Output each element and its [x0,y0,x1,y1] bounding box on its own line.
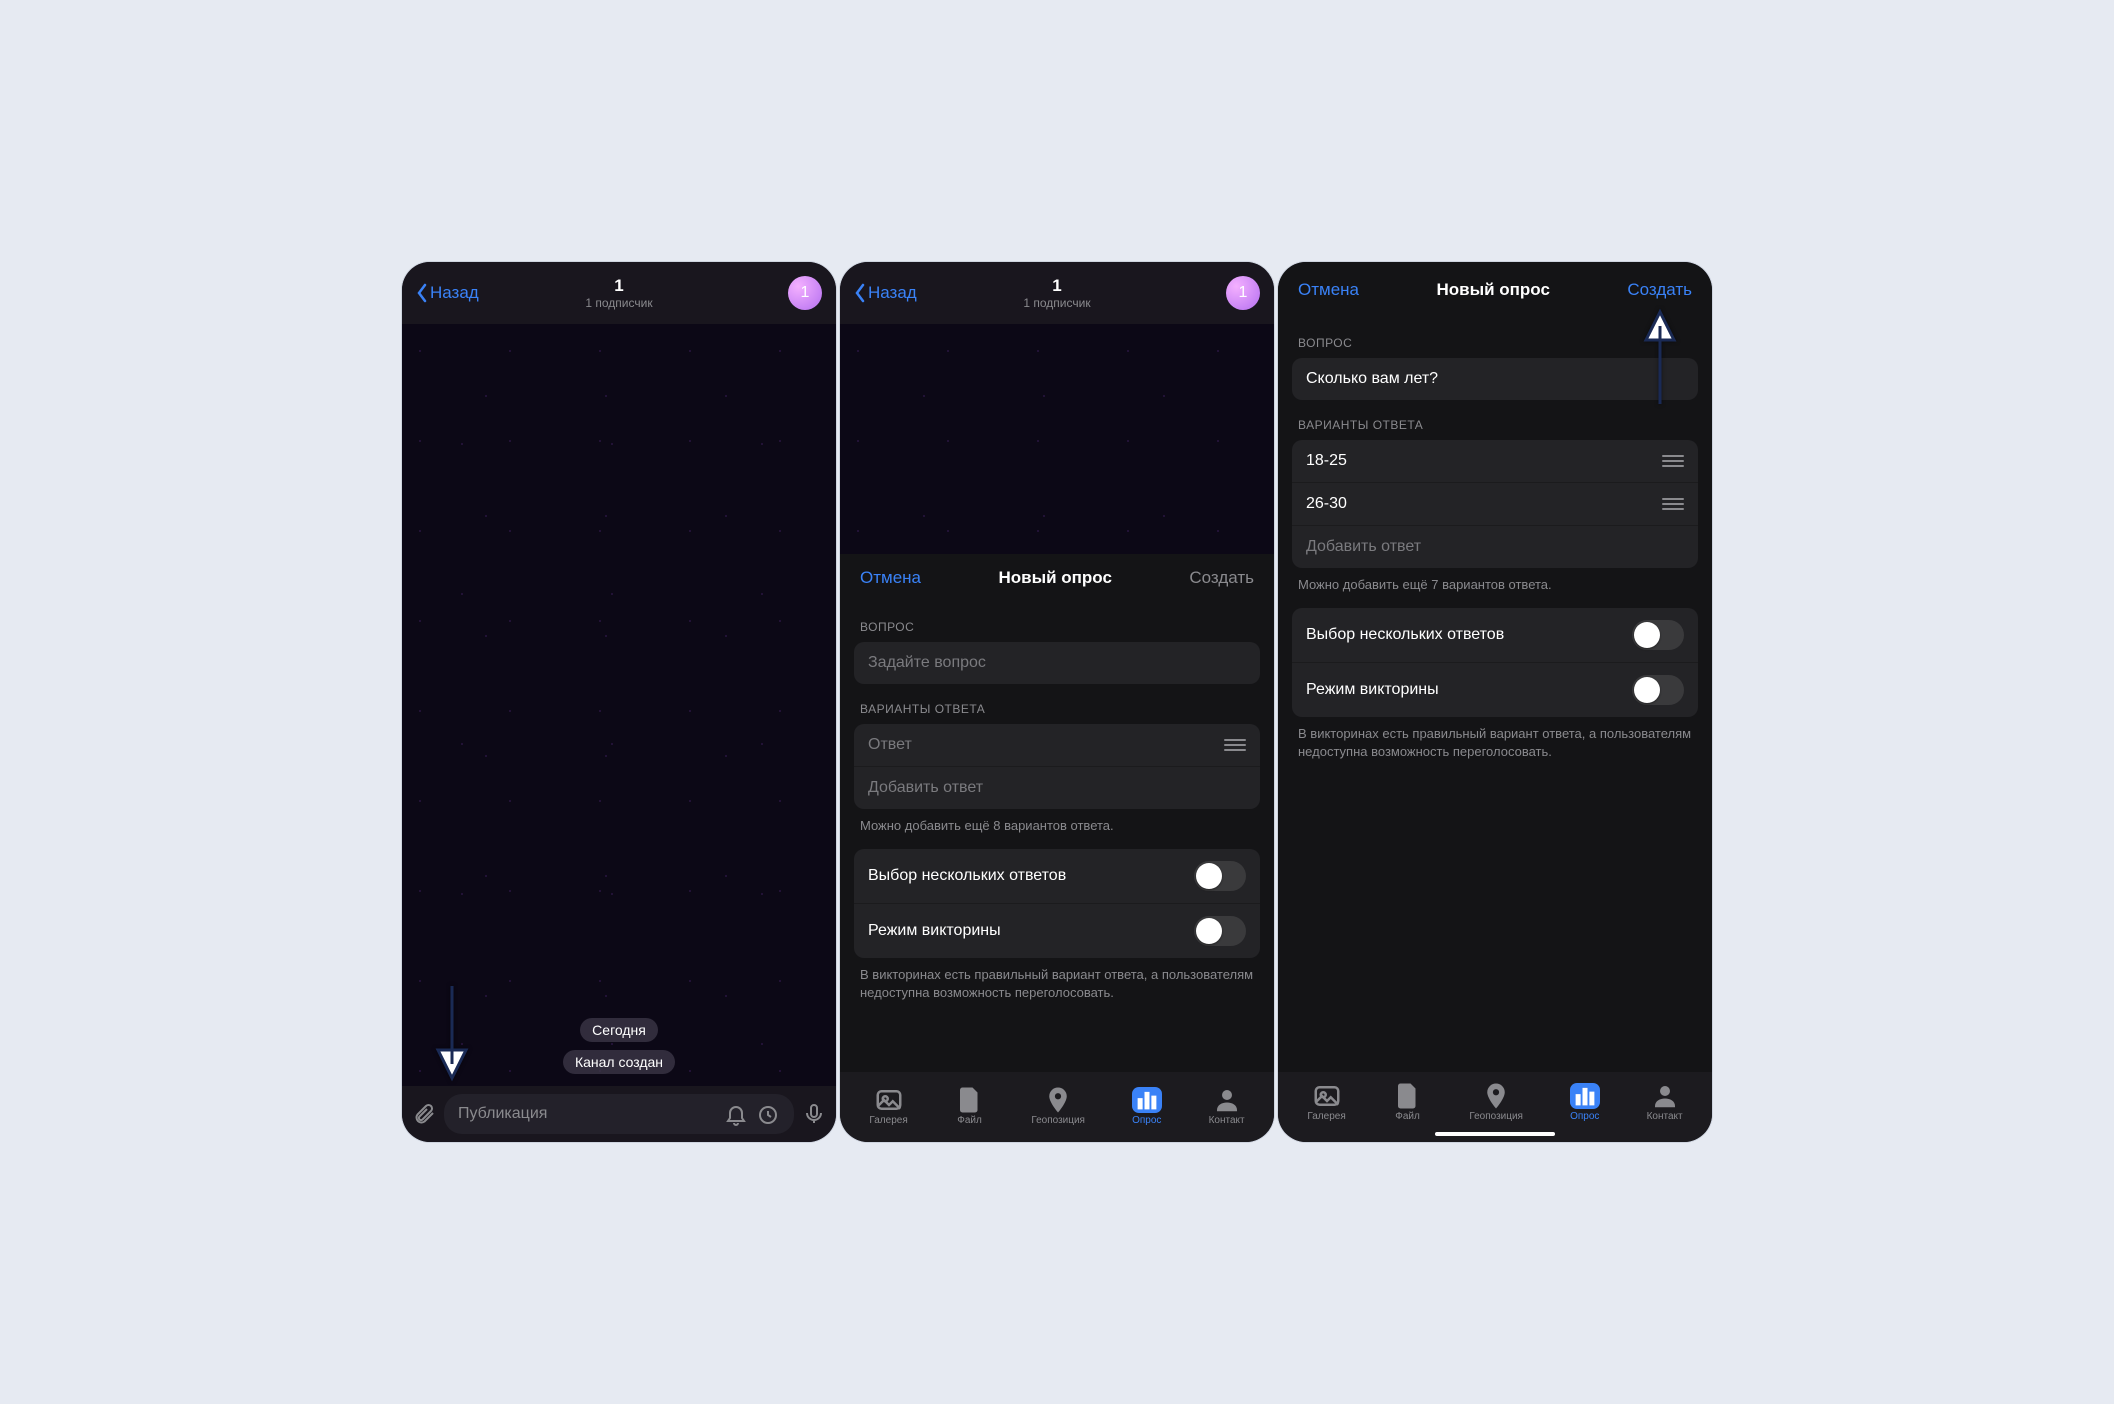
drag-handle-icon[interactable] [1224,739,1246,751]
tab-gallery[interactable]: Галерея [869,1087,907,1126]
pane-chat: Назад 1 1 подписчик 1 Сегодня Канал созд… [402,262,836,1142]
question-section-label: ВОПРОС [840,602,1274,642]
add-answer-button[interactable]: Добавить ответ [1292,526,1698,568]
gallery-icon [874,1087,904,1113]
answers-section-label: ВАРИАНТЫ ОТВЕТА [1278,400,1712,440]
answer-text: 18-25 [1306,452,1347,470]
tab-location[interactable]: Геопозиция [1031,1087,1085,1126]
question-section-label: ВОПРОС [1278,318,1712,358]
question-input[interactable]: Сколько вам лет? [1292,358,1698,400]
sheet-title: Новый опрос [1436,280,1549,300]
date-pill: Сегодня [580,1018,658,1042]
tab-file[interactable]: Файл [1393,1083,1423,1122]
contact-icon [1650,1083,1680,1109]
avatar[interactable]: 1 [1226,276,1260,310]
location-icon [1043,1087,1073,1113]
system-pill: Канал создан [563,1050,675,1074]
nav-bar: Назад 1 1 подписчик 1 [402,262,836,324]
avatar[interactable]: 1 [788,276,822,310]
quiz-note: В викторинах есть правильный вариант отв… [840,958,1274,1006]
cancel-button[interactable]: Отмена [1298,280,1359,300]
file-icon [955,1087,985,1113]
multiple-choice-label: Выбор нескольких ответов [1306,626,1504,644]
sheet-header: Отмена Новый опрос Создать [840,554,1274,602]
bell-icon[interactable] [724,1102,748,1126]
multiple-choice-toggle[interactable] [1632,620,1684,650]
multiple-choice-label: Выбор нескольких ответов [868,867,1066,885]
answer-placeholder: Ответ [868,736,912,754]
attach-icon[interactable] [412,1102,436,1126]
create-button[interactable]: Создать [1627,280,1692,300]
tab-location[interactable]: Геопозиция [1469,1083,1523,1122]
quiz-mode-label: Режим викторины [1306,681,1439,699]
contact-icon [1212,1087,1242,1113]
tab-poll[interactable]: Опрос [1570,1083,1600,1122]
pane-poll-filled: Отмена Новый опрос Создать ВОПРОС Скольк… [1278,262,1712,1142]
attachment-tabbar: Галерея Файл Геопозиция Опрос Контакт [840,1072,1274,1142]
poll-icon [1570,1083,1600,1109]
add-answer-button[interactable]: Добавить ответ [854,767,1260,809]
quiz-note: В викторинах есть правильный вариант отв… [1278,717,1712,765]
drag-handle-icon[interactable] [1662,455,1684,467]
back-label: Назад [868,283,917,303]
quiz-mode-row: Режим викторины [1292,663,1698,717]
quiz-mode-toggle[interactable] [1194,916,1246,946]
chevron-left-icon [854,283,866,303]
compose-placeholder: Публикация [458,1105,547,1123]
answer-text: 26-30 [1306,495,1347,513]
drag-handle-icon[interactable] [1662,498,1684,510]
quiz-mode-label: Режим викторины [868,922,1001,940]
home-indicator[interactable] [1435,1132,1555,1136]
chat-backdrop [840,324,1274,554]
nav-bar: Назад 1 1 подписчик 1 [840,262,1274,324]
compose-bar: Публикация [402,1086,836,1142]
chat-body[interactable]: Сегодня Канал создан [402,324,836,1086]
answer-row[interactable]: 18-25 [1292,440,1698,483]
tab-poll[interactable]: Опрос [1132,1087,1162,1126]
answer-input[interactable]: Ответ [854,724,1260,767]
sheet-title: Новый опрос [998,568,1111,588]
create-button[interactable]: Создать [1189,568,1254,588]
multiple-choice-row: Выбор нескольких ответов [1292,608,1698,663]
compose-input[interactable]: Публикация [444,1094,794,1134]
sheet-body: ВОПРОС Сколько вам лет? ВАРИАНТЫ ОТВЕТА … [1278,318,1712,1072]
poll-icon [1132,1087,1162,1113]
question-input[interactable]: Задайте вопрос [854,642,1260,684]
answers-remaining-note: Можно добавить ещё 8 вариантов ответа. [840,809,1274,839]
multiple-choice-toggle[interactable] [1194,861,1246,891]
tab-file[interactable]: Файл [955,1087,985,1126]
cancel-button[interactable]: Отмена [860,568,921,588]
tab-contact[interactable]: Контакт [1209,1087,1245,1126]
answers-section-label: ВАРИАНТЫ ОТВЕТА [840,684,1274,724]
multiple-choice-row: Выбор нескольких ответов [854,849,1260,904]
tab-contact[interactable]: Контакт [1647,1083,1683,1122]
sheet-body: ВОПРОС Задайте вопрос ВАРИАНТЫ ОТВЕТА От… [840,602,1274,1072]
tab-gallery[interactable]: Галерея [1307,1083,1345,1122]
back-label: Назад [430,283,479,303]
answer-row[interactable]: 26-30 [1292,483,1698,526]
sheet-header: Отмена Новый опрос Создать [1278,262,1712,318]
chevron-left-icon [416,283,428,303]
location-icon [1481,1083,1511,1109]
back-button[interactable]: Назад [416,283,479,303]
timer-icon[interactable] [756,1102,780,1126]
quiz-mode-toggle[interactable] [1632,675,1684,705]
quiz-mode-row: Режим викторины [854,904,1260,958]
back-button[interactable]: Назад [854,283,917,303]
answers-remaining-note: Можно добавить ещё 7 вариантов ответа. [1278,568,1712,598]
gallery-icon [1312,1083,1342,1109]
pane-poll-empty: Назад 1 1 подписчик 1 Отмена Новый опрос… [840,262,1274,1142]
file-icon [1393,1083,1423,1109]
mic-icon[interactable] [802,1102,826,1126]
